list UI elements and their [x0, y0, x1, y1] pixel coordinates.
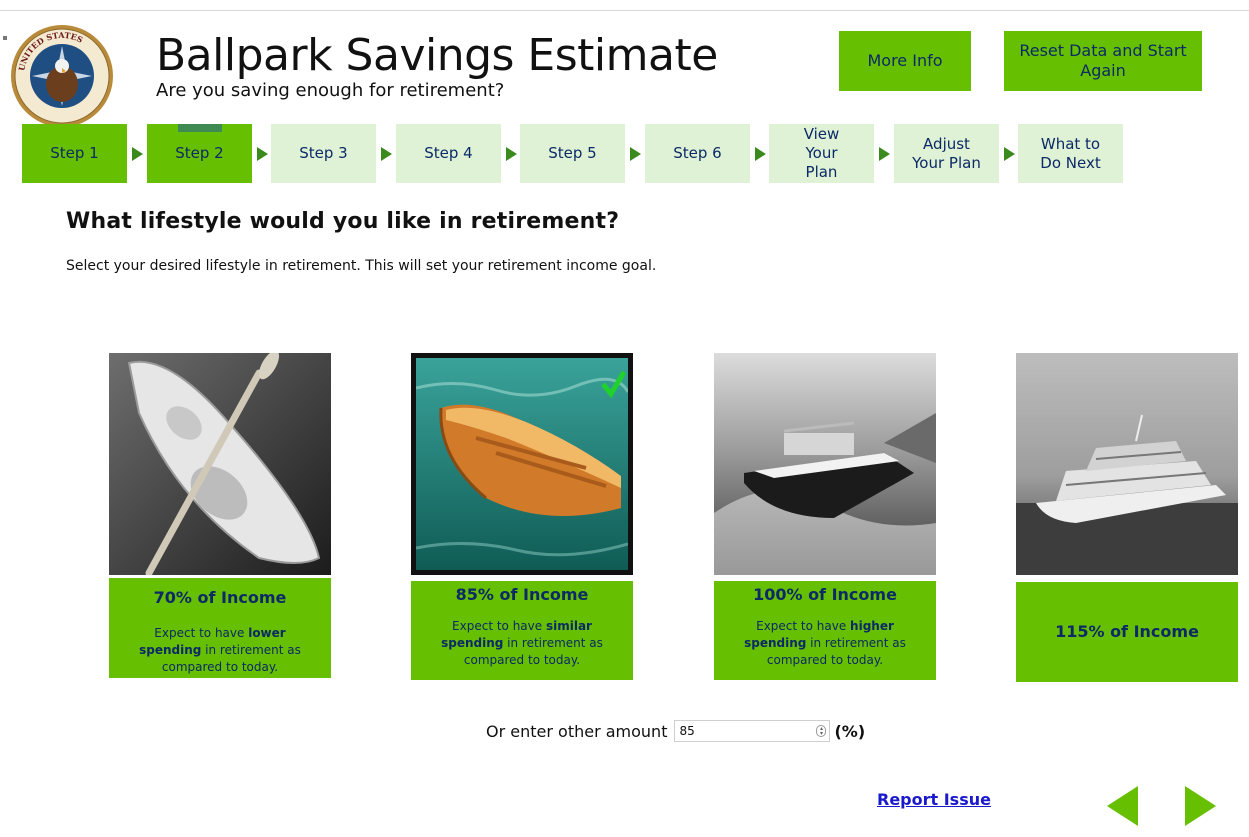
- speedboat-image: [714, 353, 936, 575]
- desc-pre: Expect to have: [756, 619, 851, 633]
- view-your-plan-tab[interactable]: View Your Plan: [769, 124, 874, 183]
- previous-arrow-icon[interactable]: [1107, 786, 1138, 826]
- what-to-do-next-tab[interactable]: What to Do Next: [1018, 124, 1123, 183]
- option-label: 115% of Income: [1016, 582, 1238, 682]
- desc-pre: Expect to have: [154, 626, 249, 640]
- reset-data-button[interactable]: Reset Data and Start Again: [1004, 31, 1202, 91]
- corner-mark: [3, 36, 7, 40]
- stepper-icon[interactable]: ▴ ▾: [816, 725, 827, 737]
- more-info-button[interactable]: More Info: [839, 31, 971, 91]
- option-label: 70% of Income Expect to have lower spend…: [109, 578, 331, 678]
- step-4-tab[interactable]: Step 4: [396, 124, 501, 183]
- rowboat-image: [411, 353, 633, 575]
- percent-unit: (%): [834, 721, 866, 741]
- option-description: Expect to have lower spending in retirem…: [109, 625, 331, 676]
- page-title: Ballpark Savings Estimate: [156, 30, 718, 81]
- kayak-image: [109, 353, 331, 575]
- step-6-tab[interactable]: Step 6: [645, 124, 750, 183]
- step-arrow-icon: [257, 147, 268, 161]
- other-amount-input[interactable]: 85 ▴ ▾: [674, 720, 831, 742]
- desc-pre: Expect to have: [452, 619, 546, 633]
- step-3-tab[interactable]: Step 3: [271, 124, 376, 183]
- option-description: Expect to have similar spending in retir…: [411, 618, 633, 669]
- other-amount-label: Or enter other amount: [486, 721, 668, 741]
- step-arrow-icon: [879, 147, 890, 161]
- step-5-tab[interactable]: Step 5: [520, 124, 625, 183]
- question-heading: What lifestyle would you like in retirem…: [66, 209, 620, 234]
- step-arrow-icon: [1004, 147, 1015, 161]
- step-navigation: Step 1 Step 2 Step 3 Step 4 Step 5 Step …: [22, 124, 1132, 184]
- option-label: 85% of Income Expect to have similar spe…: [411, 581, 633, 680]
- step-1-tab[interactable]: Step 1: [22, 124, 127, 183]
- other-amount-value: 85: [679, 724, 695, 738]
- step-arrow-icon: [132, 147, 143, 161]
- step-2-tab[interactable]: Step 2: [147, 124, 252, 183]
- step-arrow-icon: [630, 147, 641, 161]
- instruction-text: Select your desired lifestyle in retirem…: [66, 258, 657, 274]
- option-percent: 115% of Income: [1055, 622, 1199, 641]
- yacht-image: [1016, 353, 1238, 575]
- option-label: 100% of Income Expect to have higher spe…: [714, 581, 936, 680]
- step-arrow-icon: [381, 147, 392, 161]
- page-subtitle: Are you saving enough for retirement?: [156, 80, 505, 101]
- opm-seal-logo: UNITED STATES: [10, 24, 114, 128]
- top-divider: [0, 10, 1249, 11]
- step-arrow-icon: [755, 147, 766, 161]
- other-amount-row: Or enter other amount 85 ▴ ▾ (%): [486, 720, 865, 742]
- option-percent: 70% of Income: [153, 588, 287, 607]
- step-arrow-icon: [506, 147, 517, 161]
- next-arrow-icon[interactable]: [1185, 786, 1216, 826]
- option-percent: 85% of Income: [455, 585, 589, 604]
- report-issue-link[interactable]: Report Issue: [877, 790, 991, 809]
- option-description: Expect to have higher spending in retire…: [714, 618, 936, 669]
- option-percent: 100% of Income: [753, 585, 897, 604]
- adjust-your-plan-tab[interactable]: Adjust Your Plan: [894, 124, 999, 183]
